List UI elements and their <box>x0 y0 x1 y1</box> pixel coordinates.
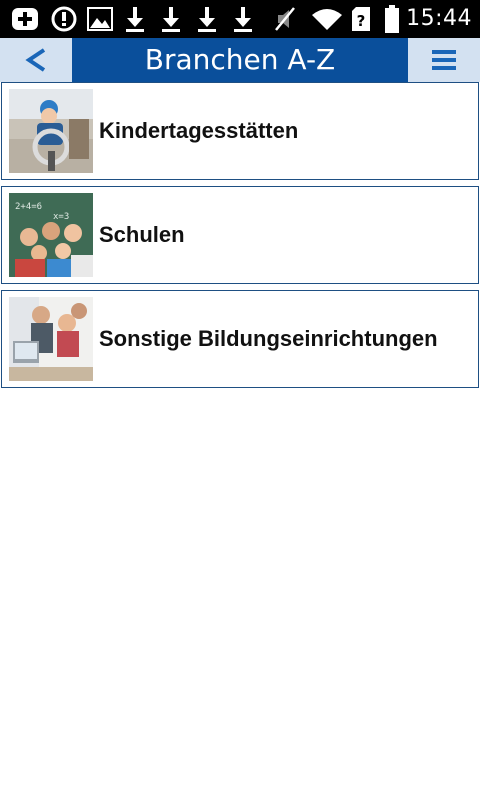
add-icon <box>10 6 40 32</box>
list-item-label: Schulen <box>99 222 185 247</box>
list-item-label: Kindertagesstätten <box>99 118 299 143</box>
list-item-sonstige-bildungseinrichtungen[interactable]: Sonstige Bildungseinrichtungen <box>1 290 479 388</box>
schoolchildren-at-chalkboard-image: 2+4=6 x=3 <box>9 193 93 277</box>
clock: 15:44 <box>406 6 472 31</box>
svg-text:?: ? <box>357 12 366 30</box>
back-arrow-icon <box>25 48 46 72</box>
wifi-icon <box>310 6 344 32</box>
mute-icon <box>272 6 298 32</box>
svg-text:2+4=6: 2+4=6 <box>15 202 42 212</box>
adults-learning-at-computer-image <box>9 297 93 381</box>
info-icon <box>50 6 78 32</box>
list-item-label: Sonstige Bildungseinrichtungen <box>99 326 438 351</box>
page-title: Branchen A-Z <box>144 43 336 76</box>
list-item-kindertagesstaetten[interactable]: Kindertagesstätten <box>1 82 479 180</box>
download-icon <box>160 6 182 32</box>
battery-icon <box>384 5 400 33</box>
image-icon <box>86 6 114 32</box>
download-icon <box>196 6 218 32</box>
back-button[interactable] <box>0 38 72 82</box>
status-bar: ? 15:44 <box>0 0 480 38</box>
download-icon <box>124 6 146 32</box>
child-on-playground-image <box>9 89 93 173</box>
download-icon <box>232 6 254 32</box>
app-header: Branchen A-Z <box>0 38 480 82</box>
hamburger-icon <box>432 50 456 70</box>
unknown-sim-icon: ? <box>350 6 372 32</box>
menu-button[interactable] <box>408 38 480 82</box>
list-item-schulen[interactable]: 2+4=6 x=3 Schulen <box>1 186 479 284</box>
svg-text:x=3: x=3 <box>53 212 69 222</box>
